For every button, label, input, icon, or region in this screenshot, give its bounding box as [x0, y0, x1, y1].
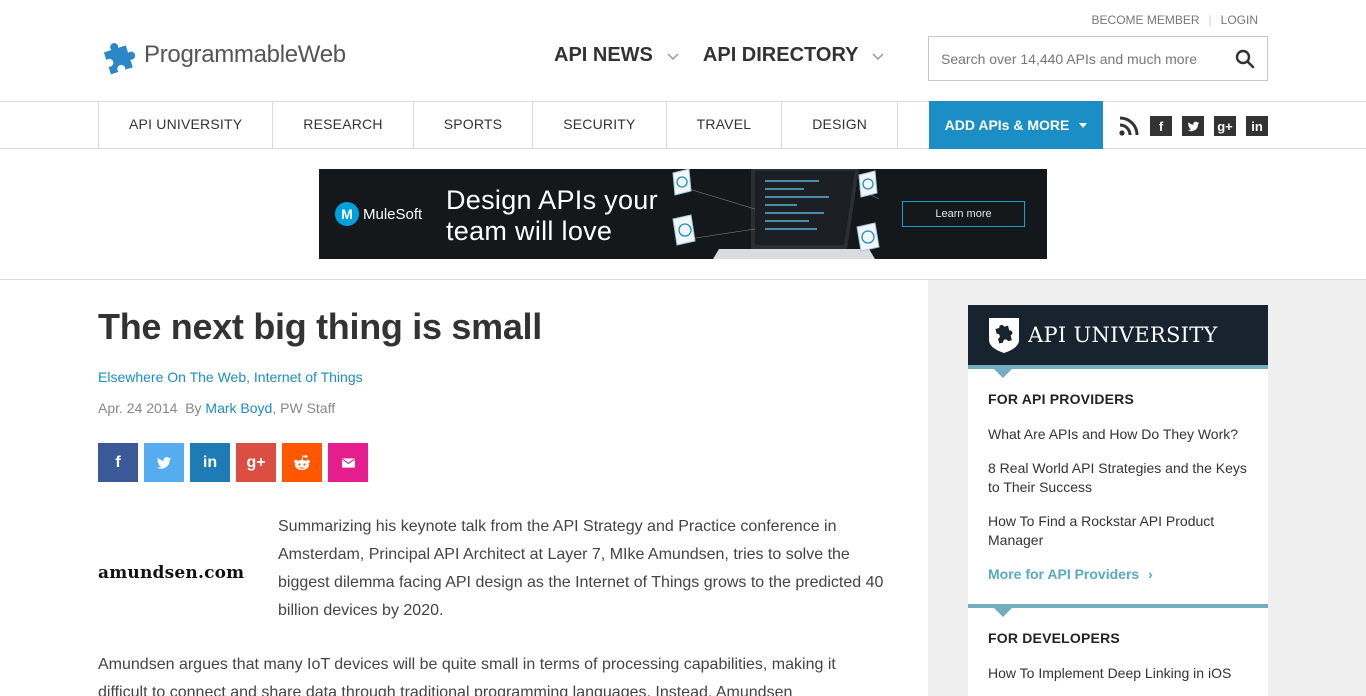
section-title-providers: FOR API PROVIDERS [988, 391, 1135, 407]
laptop-illustration [672, 169, 880, 259]
sidebar-link-what-are-apis[interactable]: What Are APIs and How Do They Work? [988, 425, 1253, 444]
article-paragraph-1: Summarizing his keynote talk from the AP… [278, 518, 884, 619]
category-separator: , [246, 369, 251, 385]
nav-api-news[interactable]: API NEWS [554, 44, 679, 67]
account-links: BECOME MEMBER | LOGIN [1092, 13, 1258, 27]
category-link-iot[interactable]: Internet of Things [254, 369, 363, 385]
article-categories: Elsewhere On The Web, Internet of Things [98, 369, 363, 385]
sidebar-link-api-strategies[interactable]: 8 Real World API Strategies and the Keys… [988, 459, 1253, 497]
twitter-icon [157, 456, 171, 469]
logo[interactable]: ProgrammableWeb [98, 34, 346, 76]
more-for-providers-label: More for API Providers [988, 566, 1140, 582]
linkedin-icon[interactable]: in [1246, 116, 1268, 136]
search-input[interactable] [929, 50, 1219, 67]
google-plus-icon: g+ [246, 453, 266, 471]
main-nav: API NEWS API DIRECTORY [554, 44, 908, 67]
share-facebook-button[interactable]: f [98, 443, 138, 482]
mulesoft-banner-ad[interactable]: M MuleSoft Design APIs your team will lo… [319, 169, 1047, 259]
author-link[interactable]: Mark Boyd [205, 400, 272, 416]
link-separator: | [1208, 13, 1212, 27]
social-links: f g+ in [1118, 115, 1268, 137]
api-university-header[interactable]: API UNIVERSITY [968, 305, 1268, 365]
section-divider [968, 604, 1268, 608]
chevron-down-icon [872, 52, 885, 60]
article-paragraph-2: Amundsen argues that many IoT devices wi… [98, 656, 836, 696]
twitter-icon[interactable] [1182, 116, 1204, 136]
linkedin-icon: in [202, 453, 218, 471]
ad-zone: M MuleSoft Design APIs your team will lo… [0, 149, 1366, 280]
article-image: amundsen.com [98, 527, 253, 619]
category-nav: API UNIVERSITY RESEARCH SPORTS SECURITY … [0, 101, 1366, 149]
mulesoft-m-icon: M [335, 202, 359, 226]
section-title-developers: FOR DEVELOPERS [988, 630, 1120, 646]
category-travel[interactable]: TRAVEL [667, 101, 783, 149]
chevron-down-icon [667, 52, 679, 60]
api-university-panel: FOR API PROVIDERS What Are APIs and How … [968, 365, 1268, 696]
category-research[interactable]: RESEARCH [273, 101, 414, 149]
share-google-plus-button[interactable]: g+ [236, 443, 276, 482]
add-apis-button[interactable]: ADD APIs & MORE [929, 101, 1103, 149]
rss-icon[interactable] [1118, 115, 1140, 137]
share-linkedin-button[interactable]: in [190, 443, 230, 482]
chevron-right-icon: › [1148, 566, 1153, 582]
share-twitter-button[interactable] [144, 443, 184, 482]
share-email-button[interactable] [328, 443, 368, 482]
api-university-heading: API UNIVERSITY [1028, 323, 1218, 347]
caret-down-icon [1079, 122, 1088, 128]
category-security[interactable]: SECURITY [533, 101, 667, 149]
more-for-providers-link[interactable]: More for API Providers › [988, 566, 1153, 582]
email-icon [341, 457, 355, 468]
category-list: API UNIVERSITY RESEARCH SPORTS SECURITY … [98, 101, 899, 149]
site-header: ProgrammableWeb BECOME MEMBER | LOGIN AP… [0, 0, 1366, 102]
share-reddit-button[interactable] [282, 443, 322, 482]
logo-text: ProgrammableWeb [144, 41, 346, 68]
category-link-elsewhere[interactable]: Elsewhere On The Web [98, 369, 246, 385]
nav-api-directory[interactable]: API DIRECTORY [703, 44, 885, 67]
search-box [928, 36, 1268, 81]
learn-more-button[interactable]: Learn more [902, 201, 1025, 227]
category-design[interactable]: DESIGN [782, 101, 899, 149]
nav-label: API NEWS [554, 44, 653, 66]
banner-headline: Design APIs your team will love [446, 185, 658, 247]
sidebar-link-deep-linking[interactable]: How To Implement Deep Linking in iOS [988, 664, 1253, 683]
puzzle-logo-icon [103, 43, 136, 75]
add-apis-label: ADD APIs & MORE [944, 117, 1070, 133]
article-title: The next big thing is small [98, 306, 542, 347]
sidebar-link-rockstar-pm[interactable]: How To Find a Rockstar API Product Manag… [988, 512, 1253, 550]
category-sports[interactable]: SPORTS [414, 101, 534, 149]
banner-line-2: team will love [446, 216, 613, 246]
api-university-shield-icon [989, 318, 1019, 353]
category-api-university[interactable]: API UNIVERSITY [99, 101, 274, 149]
login-link[interactable]: LOGIN [1221, 13, 1258, 27]
mulesoft-logo: M MuleSoft [335, 202, 422, 226]
facebook-icon[interactable]: f [1150, 116, 1172, 136]
byline-by: By [185, 400, 202, 416]
article-image-text: amundsen.com [98, 563, 245, 583]
share-buttons: f in g+ [98, 443, 374, 482]
google-plus-icon[interactable]: g+ [1214, 116, 1236, 136]
author-suffix: , PW Staff [272, 400, 336, 416]
become-member-link[interactable]: BECOME MEMBER [1092, 13, 1200, 27]
section-notch [993, 368, 1013, 378]
article-date: Apr. 24 2014 [98, 400, 178, 416]
banner-line-1: Design APIs your [446, 185, 658, 215]
search-icon[interactable] [1235, 49, 1255, 69]
facebook-icon: f [115, 453, 121, 471]
article-byline: Apr. 24 2014 By Mark Boyd, PW Staff [98, 400, 335, 416]
reddit-icon [294, 454, 310, 470]
nav-label: API DIRECTORY [702, 44, 859, 66]
section-notch [993, 607, 1013, 617]
mulesoft-brand: MuleSoft [363, 205, 423, 223]
